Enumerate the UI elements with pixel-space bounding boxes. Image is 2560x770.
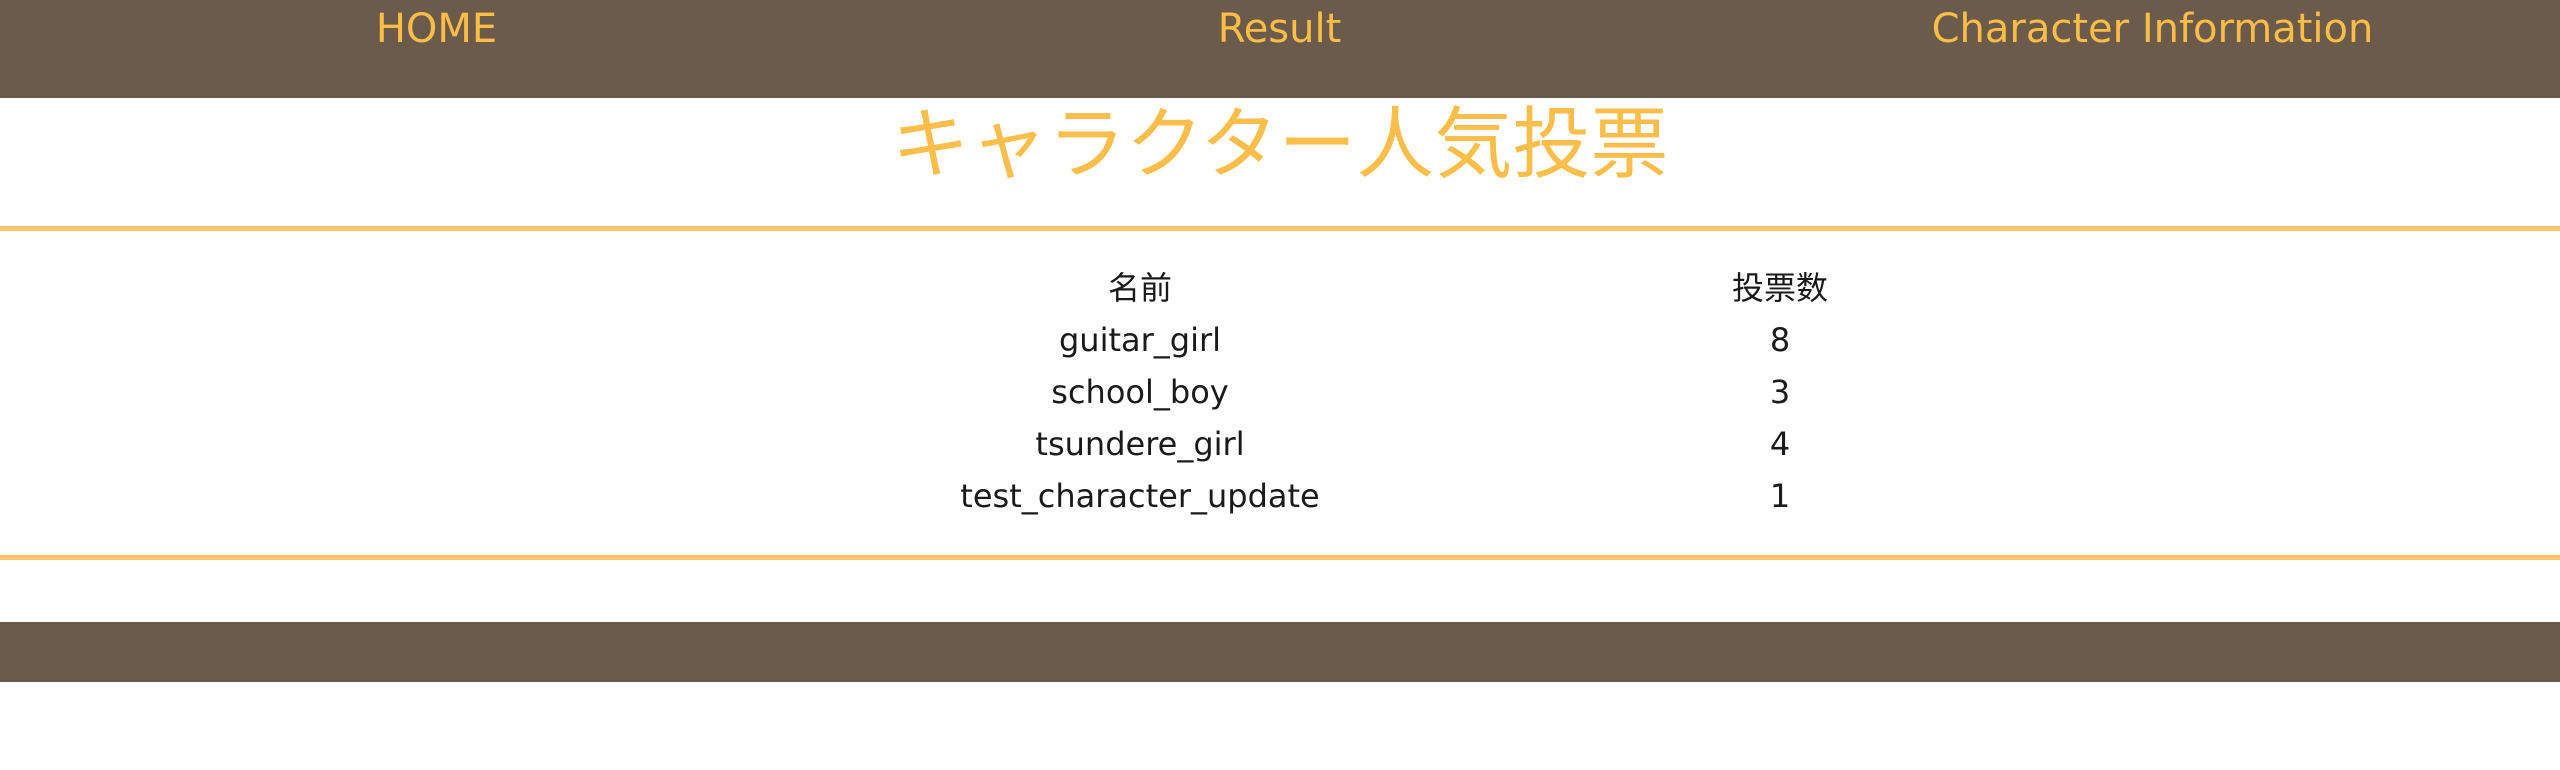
character-name-cell: tsundere_girl [1035, 425, 1245, 463]
nav-link-character-information[interactable]: Character Information [1716, 3, 2560, 55]
footer-bar [0, 622, 2560, 682]
table-row: tsundere_girl 4 [0, 418, 2560, 470]
table-row: test_character_update 1 [0, 470, 2560, 522]
votes-column-header: 投票数 [1731, 269, 1828, 307]
bottom-divider [0, 555, 2560, 560]
vote-count-cell: 4 [1769, 425, 1791, 463]
table-row: guitar_girl 8 [0, 314, 2560, 366]
vote-count-cell: 8 [1769, 321, 1791, 359]
character-name-cell: school_boy [1051, 373, 1229, 411]
character-name-cell: test_character_update [960, 477, 1320, 515]
table-row: school_boy 3 [0, 366, 2560, 418]
top-divider [0, 226, 2560, 231]
page-title: キャラクター人気投票 [891, 100, 1669, 190]
vote-results-table: 名前 投票数 guitar_girl 8 school_boy 3 tsunde… [0, 262, 2560, 522]
top-navigation-bar: HOME Result Character Information [0, 0, 2560, 98]
character-name-cell: guitar_girl [1058, 321, 1222, 359]
nav-link-result[interactable]: Result [843, 3, 1716, 55]
vote-count-cell: 3 [1769, 373, 1791, 411]
name-column-header: 名前 [1107, 269, 1172, 307]
vote-count-cell: 1 [1769, 477, 1791, 515]
nav-link-home[interactable]: HOME [0, 3, 873, 55]
table-header-row: 名前 投票数 [0, 262, 2560, 314]
